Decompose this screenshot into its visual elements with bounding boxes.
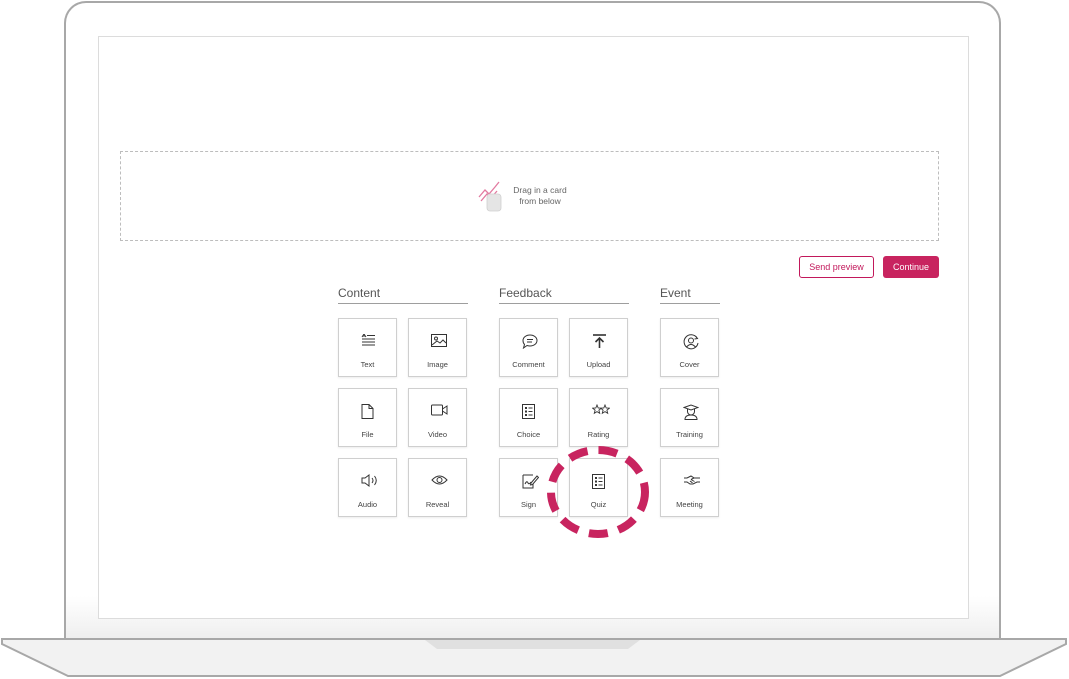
- card-rating[interactable]: Rating: [569, 388, 628, 447]
- speaker-icon: [361, 474, 377, 487]
- signature-icon: [522, 474, 539, 489]
- card-video-label: Video: [427, 430, 448, 439]
- card-cover[interactable]: Cover: [660, 318, 719, 377]
- laptop-base: [1, 638, 1067, 677]
- card-upload-label: Upload: [586, 360, 611, 369]
- drop-zone-hint-line1: Drag in a card: [513, 185, 567, 195]
- comment-bubble-icon: [522, 334, 538, 349]
- card-meeting-label: Meeting: [676, 500, 703, 509]
- card-video[interactable]: Video: [408, 388, 467, 447]
- stars-icon: [592, 404, 610, 415]
- card-audio-label: Audio: [357, 500, 378, 509]
- card-rating-label: Rating: [587, 430, 610, 439]
- cover-person-icon: [683, 334, 699, 350]
- card-audio[interactable]: Audio: [338, 458, 397, 517]
- graduate-icon: [683, 404, 699, 420]
- card-choice[interactable]: Choice: [499, 388, 558, 447]
- send-preview-button[interactable]: Send preview: [799, 256, 874, 278]
- quiz-highlight-ring: [547, 446, 649, 538]
- section-title-event: Event: [660, 286, 720, 304]
- card-reveal[interactable]: Reveal: [408, 458, 467, 517]
- card-text[interactable]: Text: [338, 318, 397, 377]
- card-file-label: File: [361, 430, 374, 439]
- drop-zone-hint: Drag in a card from below: [505, 185, 575, 207]
- card-training-label: Training: [676, 430, 703, 439]
- card-meeting[interactable]: Meeting: [660, 458, 719, 517]
- card-file[interactable]: File: [338, 388, 397, 447]
- section-title-content: Content: [338, 286, 468, 304]
- card-reveal-label: Reveal: [425, 500, 450, 509]
- video-camera-icon: [431, 404, 448, 416]
- drag-card-icon: [478, 181, 502, 212]
- card-training[interactable]: Training: [660, 388, 719, 447]
- card-image[interactable]: Image: [408, 318, 467, 377]
- card-choice-label: Choice: [516, 430, 541, 439]
- card-comment[interactable]: Comment: [499, 318, 558, 377]
- checklist-icon: [522, 404, 535, 419]
- section-title-feedback: Feedback: [499, 286, 629, 304]
- upload-icon: [593, 334, 606, 348]
- card-upload[interactable]: Upload: [569, 318, 628, 377]
- drop-zone-hint-line2: from below: [519, 196, 561, 206]
- file-icon: [361, 404, 374, 419]
- handshake-icon: [684, 475, 700, 485]
- card-text-label: Text: [360, 360, 375, 369]
- text-icon: [361, 334, 375, 346]
- image-icon: [431, 334, 447, 347]
- continue-button[interactable]: Continue: [883, 256, 939, 278]
- card-image-label: Image: [427, 360, 448, 369]
- card-cover-label: Cover: [679, 360, 700, 369]
- eye-icon: [431, 475, 448, 485]
- card-comment-label: Comment: [512, 360, 545, 369]
